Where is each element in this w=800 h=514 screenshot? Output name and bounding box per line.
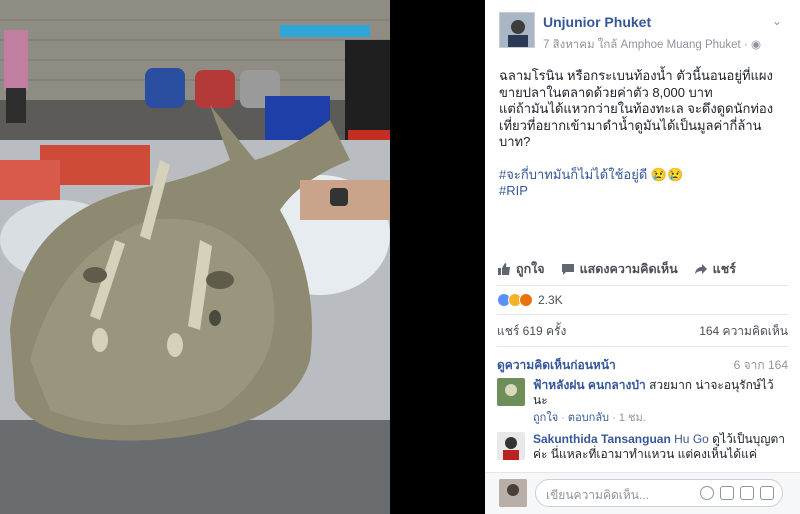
commenter-avatar[interactable] <box>497 432 525 460</box>
previous-comments: ดูความคิดเห็นก่อนหน้า 6 จาก 164 <box>497 356 788 375</box>
post-photo[interactable] <box>0 0 390 514</box>
camera-icon[interactable] <box>720 486 734 500</box>
thumbs-up-icon <box>498 263 510 275</box>
post-meta-text[interactable]: 7 สิงหาคม ใกล้ Amphoe Muang Phuket · <box>543 39 751 51</box>
chevron-down-icon[interactable]: ⌄ <box>772 14 786 28</box>
like-label: ถูกใจ <box>516 262 545 276</box>
reactions-summary[interactable]: 2.3K <box>497 290 563 310</box>
divider <box>497 285 788 286</box>
comment-item: ฟ้าหลังฝน คนกลางป่า สวยมาก น่าจะอนุรักษ์… <box>497 378 788 428</box>
composer-tools <box>700 486 774 500</box>
sticker-icon[interactable] <box>760 486 774 500</box>
tagged-user-link[interactable]: Hu Go <box>674 432 709 446</box>
commenter-name[interactable]: Sakunthida Tansanguan <box>533 432 671 446</box>
post-sidebar: Unjunior Phuket 7 สิงหาคม ใกล้ Amphoe Mu… <box>485 0 800 514</box>
comment-reply-link[interactable]: ตอบกลับ <box>568 412 609 424</box>
post-line: แต่ถ้ามันได้แหวกว่ายในท้องทะเล จะดึงดูดน… <box>499 101 774 116</box>
commenter-name[interactable]: ฟ้าหลังฝน คนกลางป่า <box>533 378 646 392</box>
comment-item: Sakunthida Tansanguan Hu Go ดูไว้เป็นบุญ… <box>497 432 788 470</box>
angry-reaction-icon <box>519 293 533 307</box>
like-button[interactable]: ถูกใจ <box>497 259 545 279</box>
post-line: ฉลามโรนิน หรือกระเบนท้องน้ำ ตัวนี้นอนอยู… <box>499 68 773 83</box>
view-previous-comments-link[interactable]: ดูความคิดเห็นก่อนหน้า <box>497 356 616 375</box>
hashtag-rip[interactable]: #RIP <box>499 183 787 200</box>
current-user-avatar <box>499 479 527 507</box>
author-avatar[interactable] <box>499 12 535 48</box>
comment-input-placeholder: เขียนความคิดเห็น... <box>546 488 649 502</box>
reaction-count: 2.3K <box>538 293 563 307</box>
emoji-icon[interactable] <box>700 486 714 500</box>
post-line: บาท? <box>499 134 531 149</box>
divider <box>497 314 788 315</box>
post-line: ขายปลาในตลาดด้วยค่าตัว 8,000 บาท <box>499 84 713 100</box>
comment-like-link[interactable]: ถูกใจ <box>533 412 558 424</box>
post-actions: ถูกใจ แสดงความคิดเห็น แชร์ <box>497 254 788 284</box>
post-meta: 7 สิงหาคม ใกล้ Amphoe Muang Phuket · ◉ <box>543 36 761 54</box>
author-name[interactable]: Unjunior Phuket <box>543 14 651 30</box>
share-label: แชร์ <box>712 262 736 276</box>
comment-button[interactable]: แสดงความคิดเห็น <box>561 259 678 279</box>
shark-ray-photo <box>0 0 390 514</box>
post-header: Unjunior Phuket 7 สิงหาคม ใกล้ Amphoe Mu… <box>485 0 800 60</box>
reaction-icons <box>497 293 533 307</box>
comment-body: Sakunthida Tansanguan Hu Go ดูไว้เป็นบุญ… <box>533 432 788 462</box>
share-count[interactable]: แชร์ 619 ครั้ง <box>497 322 566 341</box>
comment-actions: ถูกใจ · ตอบกลับ · 1 ชม. <box>533 412 646 424</box>
comment-body: ฟ้าหลังฝน คนกลางป่า สวยมาก น่าจะอนุรักษ์… <box>533 378 788 426</box>
post-spacer <box>499 151 787 167</box>
viewer-gap <box>390 0 485 514</box>
comment-count[interactable]: 164 ความคิดเห็น <box>699 322 788 341</box>
globe-icon: ◉ <box>750 39 762 51</box>
comment-icon <box>561 264 574 275</box>
post-stats: แชร์ 619 ครั้ง 164 ความคิดเห็น <box>497 322 788 341</box>
commenter-avatar[interactable] <box>497 378 525 406</box>
comment-composer: เขียนความคิดเห็น... <box>485 472 800 514</box>
comment-label: แสดงความคิดเห็น <box>579 262 678 276</box>
comment-page-count: 6 จาก 164 <box>733 358 788 372</box>
share-button[interactable]: แชร์ <box>694 259 736 279</box>
comment-time: 1 ชม. <box>618 412 646 424</box>
gif-icon[interactable] <box>740 486 754 500</box>
share-icon <box>694 264 707 274</box>
post-body: ฉลามโรนิน หรือกระเบนท้องน้ำ ตัวนี้นอนอยู… <box>499 68 787 200</box>
post-line: เที่ยวที่อยากเข้ามาดำน้ำดูมันได้เป็นมูลค… <box>499 117 762 133</box>
divider <box>497 346 788 347</box>
hashtag-link[interactable]: #จะกี่บาทมันก็ไม่ได้ใช้อยู่ดี 😢😢 <box>499 167 787 184</box>
